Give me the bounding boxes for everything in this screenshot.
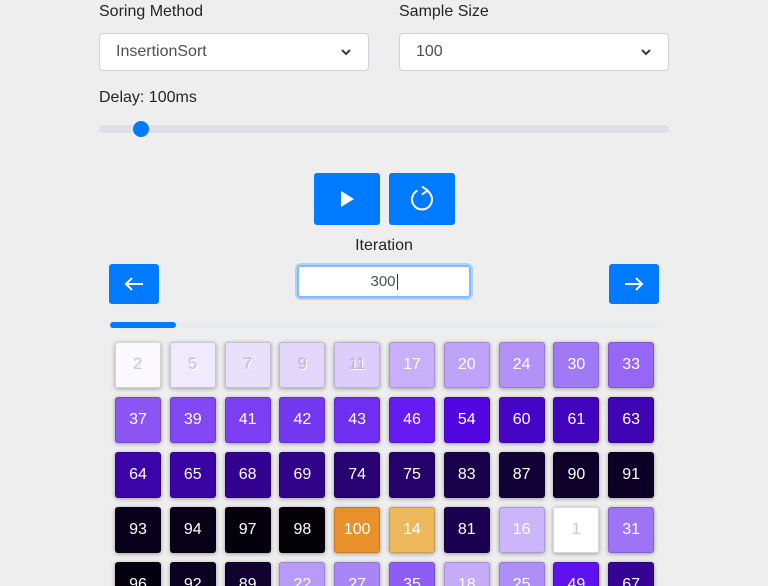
array-cell: 68 <box>224 452 271 498</box>
array-cell: 18 <box>443 562 490 586</box>
array-cell: 22 <box>279 562 326 586</box>
array-cell: 14 <box>389 507 435 553</box>
array-cell: 20 <box>443 342 490 388</box>
array-cell: 65 <box>169 452 216 498</box>
iteration-progress-bar <box>110 322 659 328</box>
array-cell: 7 <box>224 342 271 388</box>
sorting-method-label: Soring Method <box>99 3 204 20</box>
array-cell: 2 <box>115 342 161 388</box>
array-cell: 46 <box>389 397 435 443</box>
array-cell: 83 <box>443 452 490 498</box>
chevron-down-icon <box>641 49 651 56</box>
array-cell: 31 <box>608 507 655 553</box>
array-cell: 42 <box>279 397 326 443</box>
array-cell: 61 <box>553 397 600 443</box>
sample-size-select[interactable]: 100 <box>399 33 669 71</box>
array-cell: 69 <box>279 452 326 498</box>
delay-slider-thumb[interactable] <box>132 121 149 137</box>
array-cell: 9 <box>279 342 326 388</box>
array-cell: 16 <box>498 507 545 553</box>
array-cell: 5 <box>169 342 216 388</box>
chevron-down-icon <box>341 49 351 56</box>
array-cell: 25 <box>498 562 545 586</box>
iteration-label: Iteration <box>355 237 413 254</box>
array-cell: 27 <box>334 562 381 586</box>
sorting-method-select[interactable]: InsertionSort <box>99 33 369 71</box>
array-cell: 93 <box>115 507 161 553</box>
sample-size-value: 100 <box>416 43 443 60</box>
array-cell: 37 <box>115 397 161 443</box>
previous-iteration-button[interactable] <box>109 264 159 304</box>
iteration-input[interactable]: 300 <box>297 265 471 298</box>
delay-slider-track[interactable] <box>99 125 669 133</box>
array-cell: 39 <box>169 397 216 443</box>
array-cell: 97 <box>224 507 271 553</box>
array-cell: 54 <box>443 397 490 443</box>
delay-label: Delay: 100ms <box>99 89 197 106</box>
array-cell: 24 <box>498 342 545 388</box>
array-cell: 87 <box>498 452 545 498</box>
sample-size-label: Sample Size <box>399 3 489 20</box>
array-cell: 17 <box>389 342 435 388</box>
reset-icon <box>411 185 433 211</box>
iteration-progress-fill <box>110 322 176 328</box>
reset-button[interactable] <box>389 173 455 225</box>
array-cell: 60 <box>498 397 545 443</box>
play-icon <box>341 191 354 207</box>
array-cell: 11 <box>334 342 381 388</box>
array-cell: 35 <box>389 562 435 586</box>
array-cell: 94 <box>169 507 216 553</box>
array-cell: 92 <box>169 562 216 586</box>
array-cell: 1 <box>553 507 600 553</box>
array-cell: 33 <box>608 342 655 388</box>
next-iteration-button[interactable] <box>609 264 659 304</box>
arrow-right-icon <box>625 277 644 291</box>
play-button[interactable] <box>314 173 380 225</box>
array-cell: 81 <box>443 507 490 553</box>
array-cell: 89 <box>224 562 271 586</box>
array-cell: 67 <box>608 562 655 586</box>
array-cell: 90 <box>553 452 600 498</box>
array-cell: 41 <box>224 397 271 443</box>
array-cell: 100 <box>334 507 381 553</box>
array-cell: 91 <box>608 452 655 498</box>
array-cell: 30 <box>553 342 600 388</box>
sorting-method-value: InsertionSort <box>116 43 207 60</box>
array-cell: 64 <box>115 452 161 498</box>
array-cell: 63 <box>608 397 655 443</box>
array-cell: 49 <box>553 562 600 586</box>
array-cell: 75 <box>389 452 435 498</box>
array-cell: 43 <box>334 397 381 443</box>
array-cell: 74 <box>334 452 381 498</box>
arrow-left-icon <box>124 277 143 291</box>
iteration-value: 300 <box>370 273 396 290</box>
array-cell: 98 <box>279 507 326 553</box>
array-cell: 96 <box>115 562 161 586</box>
